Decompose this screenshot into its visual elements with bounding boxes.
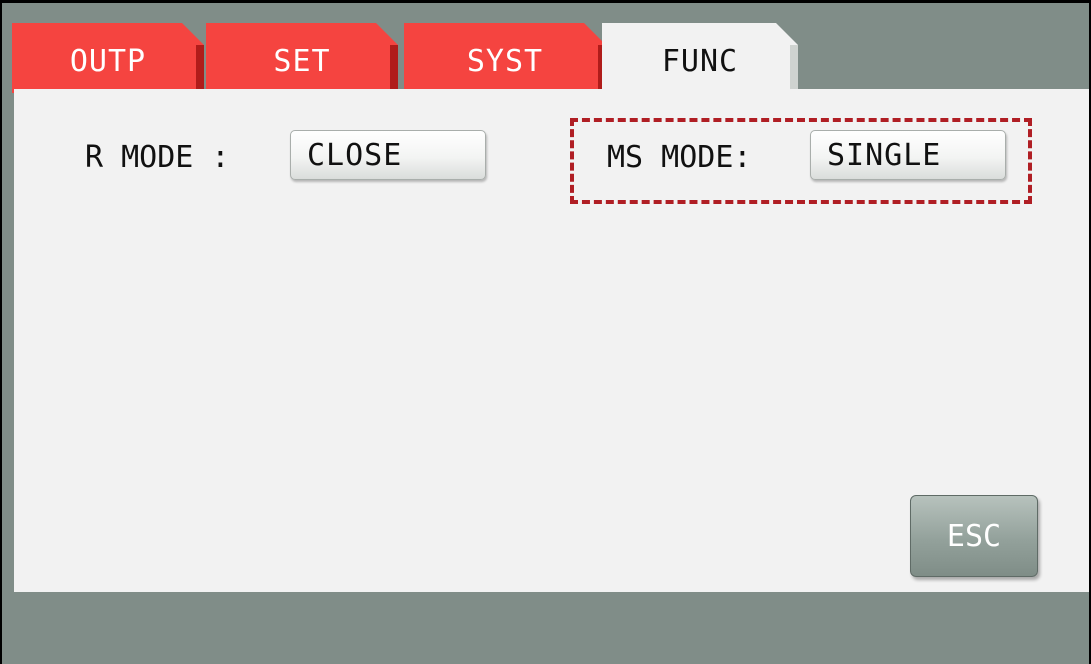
r-mode-label: R MODE : xyxy=(85,140,230,175)
ms-mode-label: MS MODE: xyxy=(607,140,752,175)
tab-syst[interactable]: SYST xyxy=(404,23,606,93)
tab-set-label: SET xyxy=(273,43,331,79)
tab-syst-label: SYST xyxy=(466,43,544,79)
tab-set[interactable]: SET xyxy=(206,23,398,93)
bottom-status-bar xyxy=(14,592,1089,664)
r-mode-button[interactable]: CLOSE xyxy=(290,130,486,180)
tab-outp[interactable]: OUTP xyxy=(12,23,204,93)
ms-mode-button[interactable]: SINGLE xyxy=(810,130,1006,180)
esc-button[interactable]: ESC xyxy=(910,495,1038,577)
tab-func[interactable]: FUNC xyxy=(602,23,798,93)
esc-button-label: ESC xyxy=(946,518,1002,554)
tab-outp-label: OUTP xyxy=(69,43,147,79)
r-mode-value: CLOSE xyxy=(307,137,403,173)
tab-func-label: FUNC xyxy=(661,43,739,79)
ms-mode-value: SINGLE xyxy=(827,137,942,173)
device-screen: OUTP SET SYST FUNC R MODE : CLOSE MS MOD… xyxy=(0,0,1091,664)
